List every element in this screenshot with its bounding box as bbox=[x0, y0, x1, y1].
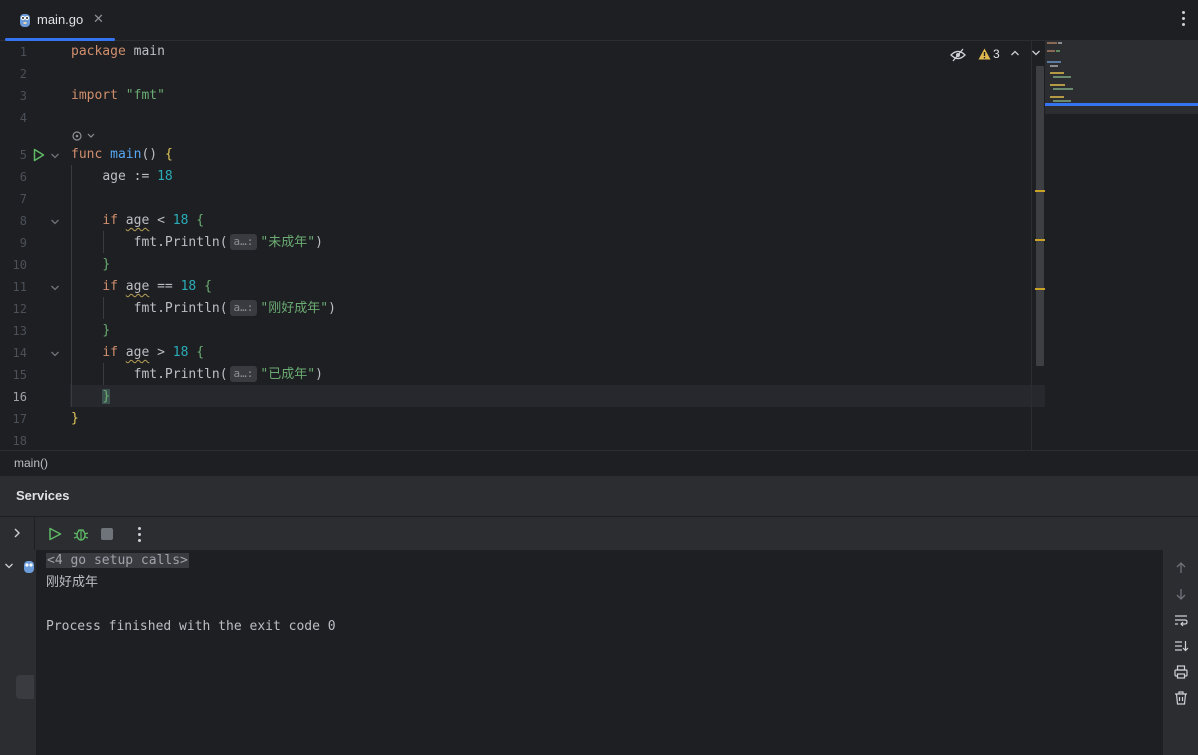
code-line-16: } bbox=[102, 389, 111, 404]
services-panel: Services <4 go setup calls> 刚好成年 Process… bbox=[0, 476, 1198, 755]
more-icon[interactable] bbox=[138, 527, 142, 543]
warning-stripe[interactable] bbox=[1035, 239, 1045, 241]
line-number: 3 bbox=[19, 89, 27, 103]
code-line-11: if age == 18 { bbox=[102, 279, 212, 294]
code-line-6: age := 18 bbox=[102, 169, 173, 184]
run-button-icon[interactable] bbox=[48, 527, 62, 541]
run-icon[interactable] bbox=[33, 148, 45, 162]
warning-stripe[interactable] bbox=[1035, 190, 1045, 192]
console-line: 刚好成年 bbox=[46, 575, 99, 590]
line-number: 7 bbox=[19, 192, 27, 206]
minimap-cursor bbox=[1045, 103, 1198, 106]
line-number: 1 bbox=[19, 45, 27, 59]
current-line-highlight bbox=[70, 385, 1045, 407]
code-line-14: if age > 18 { bbox=[102, 345, 205, 360]
line-number: 2 bbox=[19, 67, 27, 81]
services-tree[interactable] bbox=[0, 550, 36, 755]
warning-stripe[interactable] bbox=[1035, 288, 1045, 290]
stop-icon[interactable] bbox=[101, 528, 113, 540]
console-line: Process finished with the exit code 0 bbox=[46, 619, 336, 634]
line-number: 18 bbox=[12, 434, 27, 448]
minimap[interactable] bbox=[1045, 41, 1198, 450]
editor-tab-bar: main.go ✕ bbox=[0, 0, 1198, 41]
line-number: 8 bbox=[19, 214, 27, 228]
code-line-9: fmt.Println(a…: "未成年") bbox=[133, 234, 323, 250]
line-number: 10 bbox=[12, 258, 27, 272]
tab-main-go[interactable]: main.go ✕ bbox=[5, 0, 115, 41]
warning-icon[interactable] bbox=[978, 48, 991, 60]
chevron-right-icon[interactable] bbox=[12, 527, 22, 539]
breadcrumb: main() bbox=[0, 450, 1198, 476]
line-number: 17 bbox=[12, 412, 27, 426]
code-line-1: package main bbox=[71, 44, 165, 59]
param-hint: a…: bbox=[229, 300, 258, 316]
fold-icon[interactable] bbox=[50, 350, 60, 358]
line-number-current: 16 bbox=[12, 390, 27, 404]
code-line-12: fmt.Println(a…: "刚好成年") bbox=[133, 300, 336, 316]
soft-wrap-icon[interactable] bbox=[1173, 612, 1189, 628]
close-icon[interactable]: ✕ bbox=[93, 11, 104, 27]
hidden-eye-icon[interactable] bbox=[950, 48, 966, 62]
code-line-5: func main() { bbox=[71, 147, 173, 162]
line-number: 4 bbox=[19, 111, 27, 125]
param-hint: a…: bbox=[229, 366, 258, 382]
code-line-8: if age < 18 { bbox=[102, 213, 205, 228]
console-side-toolbar bbox=[1163, 550, 1198, 755]
panel-title: Services bbox=[16, 488, 70, 503]
line-number: 13 bbox=[12, 324, 27, 338]
line-number: 11 bbox=[12, 280, 27, 294]
fold-icon[interactable] bbox=[50, 152, 60, 160]
scroll-down-icon[interactable] bbox=[1173, 586, 1189, 602]
code-line-17: } bbox=[71, 411, 79, 426]
line-number: 15 bbox=[12, 368, 27, 382]
line-number: 9 bbox=[19, 236, 27, 250]
trash-icon[interactable] bbox=[1173, 690, 1189, 706]
breadcrumb-item[interactable]: main() bbox=[14, 456, 48, 470]
scroll-up-icon[interactable] bbox=[1173, 560, 1189, 576]
fold-icon[interactable] bbox=[50, 218, 60, 226]
toolbar-divider bbox=[34, 517, 35, 551]
console-line: <4 go setup calls> bbox=[46, 550, 189, 572]
debug-icon[interactable] bbox=[73, 526, 89, 542]
line-number: 5 bbox=[19, 148, 27, 162]
param-hint: a…: bbox=[229, 234, 258, 250]
line-number: 12 bbox=[12, 302, 27, 316]
fold-icon[interactable] bbox=[50, 284, 60, 292]
code-vision-icon[interactable] bbox=[71, 129, 97, 143]
go-file-icon bbox=[20, 14, 30, 27]
scroll-to-end-icon[interactable] bbox=[1173, 638, 1189, 654]
scrollbar-thumb[interactable] bbox=[1036, 66, 1044, 366]
console-output[interactable]: <4 go setup calls> 刚好成年 Process finished… bbox=[36, 550, 1163, 755]
tab-label: main.go bbox=[37, 12, 84, 27]
chevron-up-icon[interactable] bbox=[1010, 49, 1020, 57]
print-icon[interactable] bbox=[1173, 664, 1189, 680]
code-line-3: import "fmt" bbox=[71, 88, 165, 103]
code-line-15: fmt.Println(a…: "已成年") bbox=[133, 366, 323, 382]
code-line-10: } bbox=[102, 257, 111, 272]
code-editor[interactable]: 1 2 3 4 5 6 7 8 9 10 11 12 13 14 15 16 1… bbox=[0, 41, 1198, 450]
line-number: 14 bbox=[12, 346, 27, 360]
tree-item-selection[interactable] bbox=[16, 675, 34, 699]
code-line-13: } bbox=[102, 323, 111, 338]
services-toolbar bbox=[0, 516, 1198, 551]
setup-calls-fold[interactable]: <4 go setup calls> bbox=[46, 553, 189, 568]
warning-count: 3 bbox=[993, 47, 1000, 61]
go-file-icon[interactable] bbox=[23, 560, 35, 574]
more-icon[interactable] bbox=[1182, 11, 1186, 27]
chevron-down-icon[interactable] bbox=[4, 562, 14, 570]
line-number: 6 bbox=[19, 170, 27, 184]
